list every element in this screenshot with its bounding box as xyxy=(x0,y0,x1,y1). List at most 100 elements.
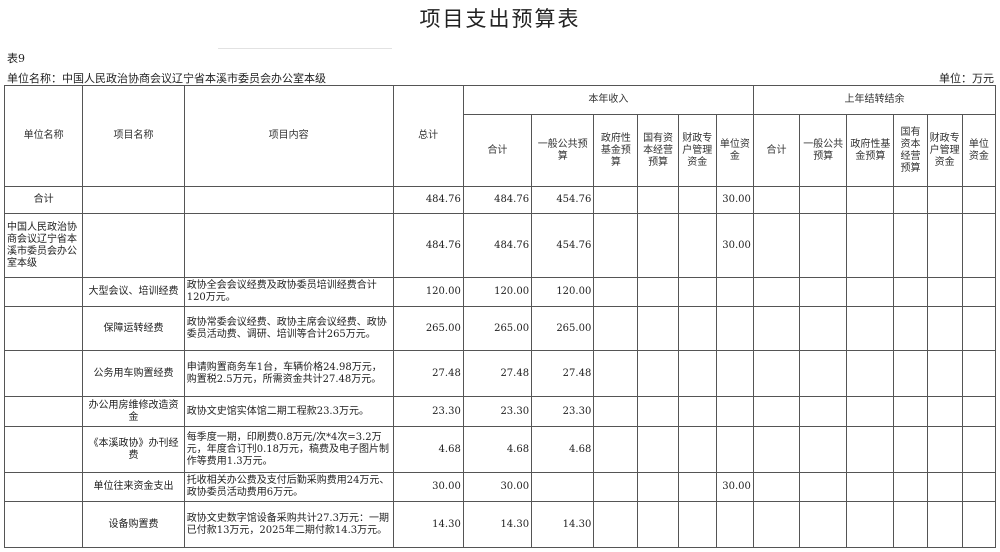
cell-co-fiscal xyxy=(926,277,963,307)
cell-co-total xyxy=(752,306,801,351)
table-row: 大型会议、培训经费 政协全会会议经费及政协委员培训经费合计120万元。 120.00… xyxy=(3,277,997,307)
cell-cy-soe xyxy=(637,277,679,307)
header-co-general: 一般公共预算 xyxy=(799,114,848,187)
cell-cy-fiscal xyxy=(677,186,717,214)
cell-cy-total: 484.76 xyxy=(462,213,533,278)
header-project-name: 项目名称 xyxy=(82,85,185,187)
cell-project-name: 办公用房维修改造资金 xyxy=(82,396,185,427)
header-cy-unit: 单位资金 xyxy=(715,114,754,187)
cell-co-unit xyxy=(961,350,997,397)
cell-cy-general: 120.00 xyxy=(531,277,595,307)
cell-cy-general: 4.68 xyxy=(531,426,595,473)
title-rule xyxy=(218,48,392,49)
cell-total: 265.00 xyxy=(392,306,464,351)
cell-cy-fiscal xyxy=(677,350,717,397)
cell-project-name xyxy=(82,186,185,214)
cell-cy-soe xyxy=(637,501,679,548)
cell-co-soe xyxy=(893,472,928,502)
cell-co-general xyxy=(799,306,848,351)
cell-cy-gov-fund xyxy=(593,350,639,397)
header-current-year-income: 本年收入 xyxy=(462,85,754,115)
cell-cy-soe xyxy=(637,472,679,502)
cell-co-fiscal xyxy=(926,186,963,214)
cell-unit-name xyxy=(3,350,84,397)
cell-total: 120.00 xyxy=(392,277,464,307)
cell-co-soe xyxy=(893,350,928,397)
cell-co-gov-fund xyxy=(846,306,895,351)
cell-total: 4.68 xyxy=(392,426,464,473)
cell-cy-gov-fund xyxy=(593,277,639,307)
cell-co-total xyxy=(752,472,801,502)
cell-cy-fiscal xyxy=(677,426,717,473)
header-total: 总计 xyxy=(392,85,464,187)
cell-cy-general: 23.30 xyxy=(531,396,595,427)
cell-co-general xyxy=(799,277,848,307)
cell-co-total xyxy=(752,186,801,214)
cell-total: 484.76 xyxy=(392,186,464,214)
cell-co-soe xyxy=(893,213,928,278)
table-header: 单位名称 项目名称 项目内容 总计 本年收入 上年结转结余 合计 一般公共预算 … xyxy=(3,85,997,187)
cell-project-content: 政协文史馆实体馆二期工程款23.3万元。 xyxy=(183,396,394,427)
cell-project-content xyxy=(183,213,394,278)
cell-project-content: 政协常委会议经费、政协主席会议经费、政协委员活动费、调研、培训等合计265万元。 xyxy=(183,306,394,351)
cell-co-gov-fund xyxy=(846,186,895,214)
cell-co-unit xyxy=(961,277,997,307)
cell-cy-gov-fund xyxy=(593,213,639,278)
cell-co-total xyxy=(752,501,801,548)
cell-co-soe xyxy=(893,306,928,351)
cell-co-gov-fund xyxy=(846,426,895,473)
unit-name-label: 单位名称：中国人民政治协商会议辽宁省本溪市委员会办公室本级 xyxy=(7,72,326,85)
cell-co-soe xyxy=(893,277,928,307)
cell-cy-total: 265.00 xyxy=(462,306,533,351)
cell-cy-general xyxy=(531,472,595,502)
cell-cy-total: 23.30 xyxy=(462,396,533,427)
cell-unit-name xyxy=(3,472,84,502)
header-cy-fiscal: 财政专户管理资金 xyxy=(677,114,717,187)
cell-co-fiscal xyxy=(926,350,963,397)
cell-unit-name: 合计 xyxy=(3,186,84,214)
cell-co-general xyxy=(799,472,848,502)
cell-cy-unit: 30.00 xyxy=(715,213,754,278)
cell-project-name: 大型会议、培训经费 xyxy=(82,277,185,307)
cell-total: 484.76 xyxy=(392,213,464,278)
cell-cy-fiscal xyxy=(677,306,717,351)
cell-cy-unit xyxy=(715,350,754,397)
cell-co-unit xyxy=(961,472,997,502)
cell-cy-gov-fund xyxy=(593,306,639,351)
cell-cy-soe xyxy=(637,213,679,278)
cell-co-total xyxy=(752,350,801,397)
cell-cy-gov-fund xyxy=(593,426,639,473)
cell-cy-total: 484.76 xyxy=(462,186,533,214)
cell-project-content: 政协全会会议经费及政协委员培训经费合计120万元。 xyxy=(183,277,394,307)
cell-cy-general: 454.76 xyxy=(531,213,595,278)
cell-co-general xyxy=(799,213,848,278)
table-row: 设备购置费 政协文史数字馆设备采购共计27.3万元：一期已付款13万元，2025年… xyxy=(3,501,997,548)
cell-co-fiscal xyxy=(926,472,963,502)
cell-co-total xyxy=(752,426,801,473)
cell-project-content: 托收相关办公费及支付后勤采购费用24万元、政协委员活动费用6万元。 xyxy=(183,472,394,502)
cell-total: 14.30 xyxy=(392,501,464,548)
header-cy-general: 一般公共预算 xyxy=(531,114,595,187)
cell-co-gov-fund xyxy=(846,472,895,502)
cell-co-gov-fund xyxy=(846,396,895,427)
header-co-gov-fund: 政府性基金预算 xyxy=(846,114,895,187)
cell-cy-unit xyxy=(715,396,754,427)
cell-total: 27.48 xyxy=(392,350,464,397)
cell-co-gov-fund xyxy=(846,350,895,397)
cell-co-general xyxy=(799,350,848,397)
cell-co-fiscal xyxy=(926,213,963,278)
cell-cy-total: 14.30 xyxy=(462,501,533,548)
cell-co-unit xyxy=(961,306,997,351)
header-co-total: 合计 xyxy=(752,114,801,187)
header-project-content: 项目内容 xyxy=(183,85,394,187)
table-row: 合计 484.76 484.76 454.76 30.00 xyxy=(3,186,997,214)
cell-unit-name: 中国人民政治协商会议辽宁省本溪市委员会办公室本级 xyxy=(3,213,84,278)
cell-co-general xyxy=(799,186,848,214)
cell-cy-fiscal xyxy=(677,213,717,278)
cell-cy-gov-fund xyxy=(593,186,639,214)
cell-co-gov-fund xyxy=(846,501,895,548)
cell-co-fiscal xyxy=(926,426,963,473)
cell-project-name: 《本溪政协》办刊经费 xyxy=(82,426,185,473)
header-co-unit: 单位资金 xyxy=(961,114,997,187)
table-row: 办公用房维修改造资金 政协文史馆实体馆二期工程款23.3万元。 23.30 23.30… xyxy=(3,396,997,427)
